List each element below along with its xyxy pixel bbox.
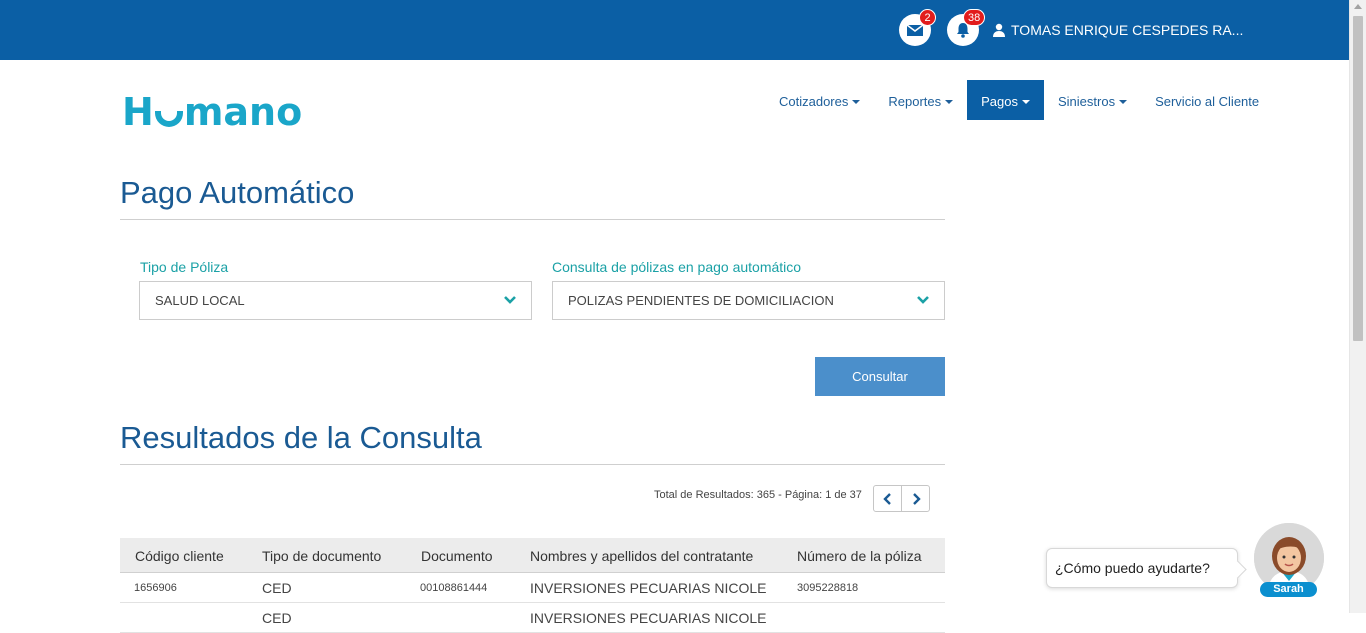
caret-down-icon [852,100,861,104]
cell-documento: 00108861444 [420,582,488,594]
top-bar: 2 38 TOMAS ENRIQUE CESPEDES RA... [0,0,1349,60]
caret-down-icon [1119,100,1128,104]
chevron-down-icon [504,296,516,304]
column-header[interactable]: Nombres y apellidos del contratante [530,538,753,574]
caret-down-icon [1022,100,1030,104]
tipo-poliza-select[interactable]: SALUD LOCAL [139,281,532,320]
chat-prompt-bubble[interactable]: ¿Cómo puedo ayudarte? [1046,548,1238,588]
cell-tipo-documento: CED [262,610,292,626]
user-icon [993,23,1005,37]
title-divider [120,219,945,220]
chevron-right-icon [913,493,922,505]
column-header[interactable]: Tipo de documento [262,538,381,574]
page-scrollbar[interactable] [1349,0,1366,613]
nav-label: Pagos [981,94,1018,109]
caret-down-icon [945,100,954,104]
column-header[interactable]: Documento [421,538,493,574]
chevron-left-icon [883,493,891,505]
main-nav: Cotizadores Reportes Pagos Siniestros Se… [765,80,1273,120]
nav-siniestros[interactable]: Siniestros [1044,80,1141,120]
consultar-button[interactable]: Consultar [815,357,945,396]
scroll-thumb[interactable] [1353,16,1363,341]
humano-logo[interactable]: Hmano [122,90,302,136]
consulta-value: POLIZAS PENDIENTES DE DOMICILIACION [568,293,834,308]
cell-tipo-documento: CED [262,580,292,596]
nav-reportes[interactable]: Reportes [874,80,967,120]
chevron-down-icon [917,296,929,304]
nav-label: Siniestros [1058,94,1116,109]
cell-poliza: 3095228818 [797,582,859,594]
nav-pagos[interactable]: Pagos [967,80,1044,120]
user-menu[interactable]: TOMAS ENRIQUE CESPEDES RA... [992,20,1243,40]
logo-smile-icon [154,111,183,127]
nav-label: Cotizadores [779,94,849,109]
column-header[interactable]: Código cliente [135,538,224,574]
notifications-badge: 38 [963,9,986,26]
tipo-poliza-label: Tipo de Póliza [140,259,229,275]
nav-servicio-al-cliente[interactable]: Servicio al Cliente [1141,80,1273,120]
table-row[interactable]: CED INVERSIONES PECUARIAS NICOLE [120,604,945,633]
logo-letter-h: H [122,90,154,134]
consulta-select[interactable]: POLIZAS PENDIENTES DE DOMICILIACION [552,281,945,320]
messages-badge: 2 [919,9,936,26]
page-title: Pago Automático [120,175,355,210]
messages-button[interactable]: 2 [899,9,936,46]
scroll-up-icon[interactable] [1354,4,1362,9]
logo-text: mano [183,90,303,134]
nav-label: Servicio al Cliente [1155,94,1260,109]
cell-nombre: INVERSIONES PECUARIAS NICOLE [530,610,767,626]
column-header[interactable]: Número de la póliza [797,538,922,574]
next-page-button[interactable] [901,486,929,511]
user-name: TOMAS ENRIQUE CESPEDES RA... [1011,22,1244,38]
results-title: Resultados de la Consulta [120,420,482,455]
results-divider [120,464,945,465]
cell-codigo: 1656906 [134,582,177,594]
assistant-name-badge: Sarah [1260,582,1317,597]
results-table-header: Código cliente Tipo de documento Documen… [120,538,945,573]
consulta-label: Consulta de pólizas en pago automático [552,259,802,275]
chat-prompt-text: ¿Cómo puedo ayudarte? [1055,560,1210,576]
pagination [873,485,930,512]
tipo-poliza-value: SALUD LOCAL [155,293,245,308]
nav-cotizadores[interactable]: Cotizadores [765,80,874,120]
cell-nombre: INVERSIONES PECUARIAS NICOLE [530,580,767,596]
table-row[interactable]: 1656906 CED 00108861444 INVERSIONES PECU… [120,574,945,603]
notifications-button[interactable]: 38 [947,9,986,46]
prev-page-button[interactable] [874,486,901,511]
results-summary: Total de Resultados: 365 - Página: 1 de … [654,489,862,501]
nav-label: Reportes [888,94,942,109]
